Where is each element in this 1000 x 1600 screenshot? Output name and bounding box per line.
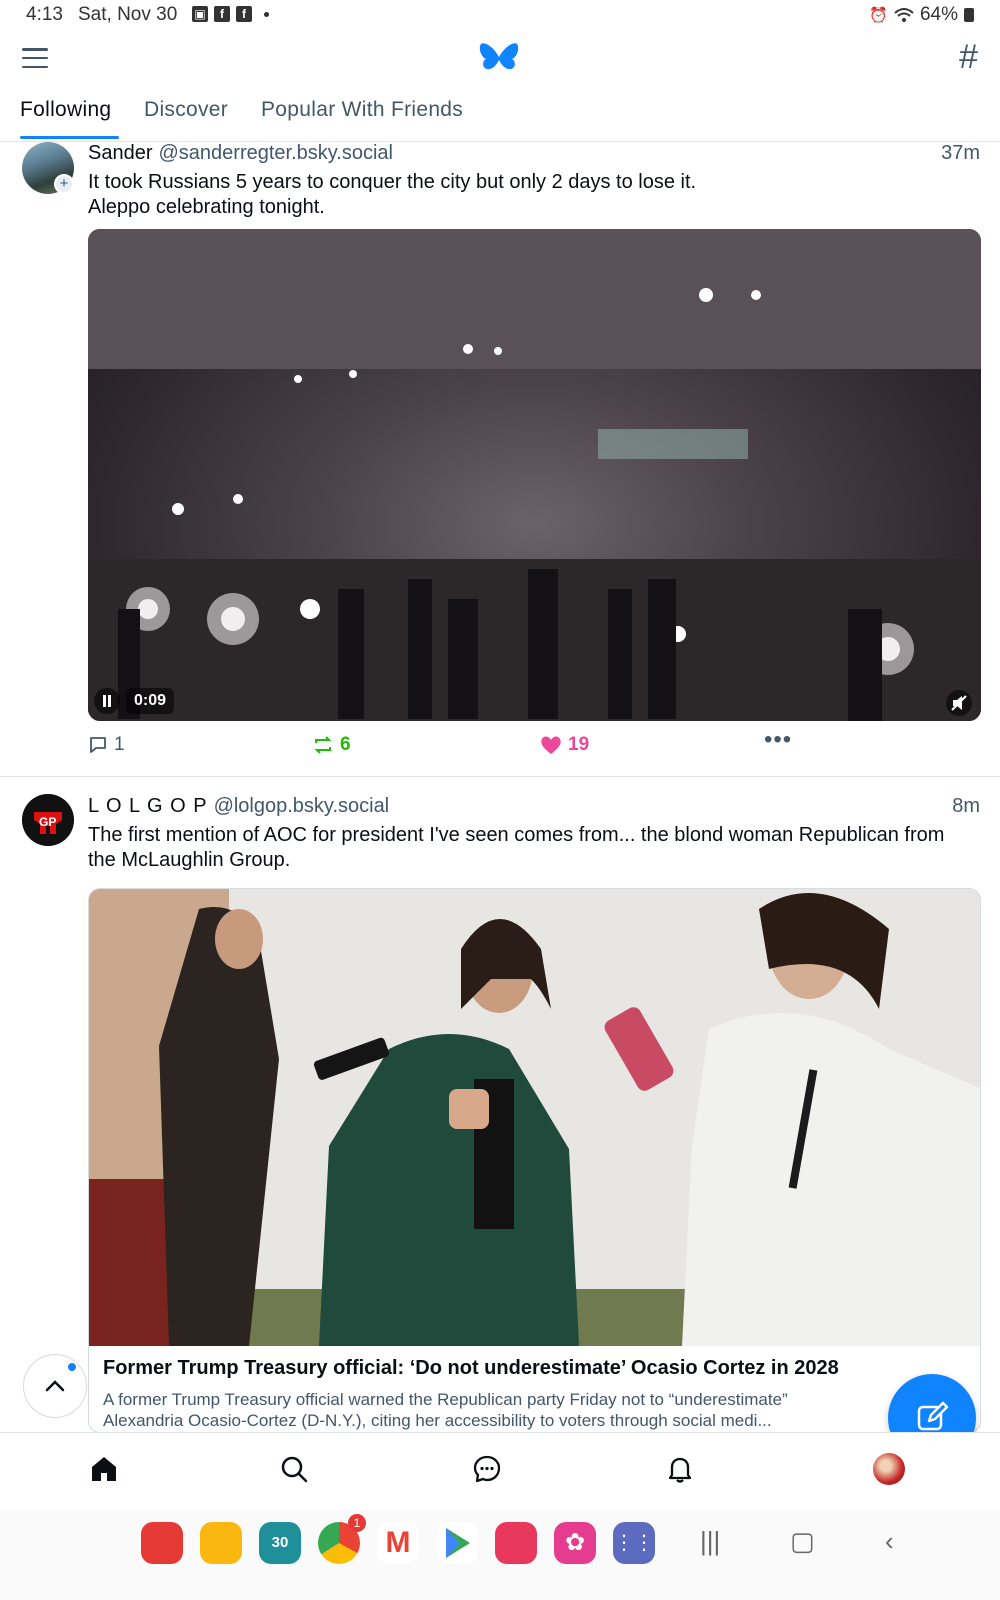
play-store-app-icon[interactable] bbox=[436, 1522, 478, 1564]
post-header: L O L G O P @lolgop.bsky.social bbox=[88, 795, 389, 818]
post-header: Sander @sanderregter.bsky.social bbox=[88, 142, 393, 165]
facebook-icon: f bbox=[214, 6, 230, 22]
author-name[interactable]: L O L G O P bbox=[88, 795, 208, 817]
blossom-app-icon[interactable]: ✿ bbox=[554, 1522, 596, 1564]
alarm-icon: ⏰ bbox=[869, 7, 888, 24]
recents-icon[interactable]: ||| bbox=[700, 1526, 720, 1557]
link-card-title[interactable]: Former Trump Treasury official: ‘Do not … bbox=[103, 1357, 839, 1380]
new-posts-indicator bbox=[66, 1361, 78, 1373]
repost-button[interactable]: 6 bbox=[312, 734, 351, 756]
post-time[interactable]: 8m bbox=[952, 795, 980, 818]
more-options-icon[interactable]: ••• bbox=[764, 726, 792, 754]
compose-icon bbox=[917, 1401, 949, 1431]
top-bar: # bbox=[0, 30, 1000, 90]
bottom-nav bbox=[0, 1432, 1000, 1510]
reply-button[interactable]: 1 bbox=[88, 734, 125, 756]
video-controls: 0:09 bbox=[94, 688, 175, 714]
chevron-up-icon bbox=[45, 1380, 65, 1392]
follow-plus-icon[interactable]: + bbox=[54, 174, 74, 194]
like-button[interactable]: 19 bbox=[540, 734, 589, 756]
link-desc-line2: Alexandria Ocasio-Cortez (D-N.Y.), citin… bbox=[103, 1411, 772, 1430]
author-handle[interactable]: @lolgop.bsky.social bbox=[214, 795, 390, 817]
home-system-icon[interactable]: ▢ bbox=[790, 1526, 815, 1557]
status-date: Sat, Nov 30 bbox=[78, 4, 178, 25]
gallery-icon: ▣ bbox=[192, 6, 208, 22]
repost-count: 6 bbox=[340, 734, 351, 755]
app-icon-red[interactable] bbox=[141, 1522, 183, 1564]
butterfly-icon[interactable] bbox=[478, 38, 520, 80]
video-timestamp: 0:09 bbox=[126, 688, 175, 714]
heart-icon bbox=[541, 736, 561, 754]
android-dock: 30 1 M ✿ ⋮⋮ ||| ▢ ‹ bbox=[0, 1510, 1000, 1600]
avatar[interactable]: GP bbox=[22, 794, 74, 846]
app-drawer-icon[interactable]: ⋮⋮ bbox=[613, 1522, 655, 1564]
active-tab-indicator bbox=[20, 136, 119, 139]
video-frame bbox=[88, 229, 981, 721]
author-handle[interactable]: @sanderregter.bsky.social bbox=[159, 142, 393, 164]
home-icon[interactable] bbox=[86, 1451, 122, 1487]
link-card-description: A former Trump Treasury official warned … bbox=[103, 1389, 963, 1431]
tab-discover[interactable]: Discover bbox=[144, 98, 228, 122]
bell-icon[interactable] bbox=[662, 1451, 698, 1487]
post-text: It took Russians 5 years to conquer the … bbox=[88, 171, 697, 218]
hashtag-icon[interactable]: # bbox=[959, 38, 978, 77]
gmail-app-icon[interactable]: M bbox=[377, 1522, 419, 1564]
link-card[interactable]: Former Trump Treasury official: ‘Do not … bbox=[88, 888, 981, 1433]
feed-tabs: Following Discover Popular With Friends bbox=[0, 90, 1000, 142]
like-count: 19 bbox=[568, 734, 590, 755]
profile-avatar[interactable] bbox=[871, 1451, 907, 1487]
status-bar: 4:13 Sat, Nov 30 ▣ f f ⏰ 64% bbox=[0, 0, 1000, 30]
post-actions: 1 6 19 ••• bbox=[88, 726, 968, 764]
search-icon[interactable] bbox=[276, 1451, 312, 1487]
reply-count: 1 bbox=[114, 734, 125, 755]
hamburger-menu-icon[interactable] bbox=[22, 48, 48, 68]
reply-icon bbox=[90, 737, 106, 753]
video-player[interactable] bbox=[88, 229, 981, 721]
status-right: ⏰ 64% bbox=[869, 4, 974, 26]
battery-icon bbox=[964, 8, 974, 22]
battery-percent: 64% bbox=[919, 4, 958, 25]
calendar-app-icon[interactable]: 30 bbox=[259, 1522, 301, 1564]
scroll-to-top-button[interactable] bbox=[23, 1354, 87, 1418]
back-icon[interactable]: ‹ bbox=[885, 1526, 894, 1557]
wifi-icon bbox=[894, 8, 914, 22]
link-desc-line1: A former Trump Treasury official warned … bbox=[103, 1390, 788, 1409]
chat-icon[interactable] bbox=[469, 1451, 505, 1487]
more-notifications-dot bbox=[264, 11, 269, 17]
link-card-image bbox=[89, 889, 980, 1346]
chrome-notification-badge: 1 bbox=[348, 1514, 366, 1532]
post-divider bbox=[0, 776, 1000, 777]
post-time[interactable]: 37m bbox=[941, 142, 980, 165]
repost-icon bbox=[314, 736, 332, 754]
camera-app-icon[interactable] bbox=[495, 1522, 537, 1564]
pause-icon[interactable] bbox=[94, 688, 120, 714]
tab-following[interactable]: Following bbox=[20, 98, 111, 122]
mute-icon[interactable] bbox=[946, 690, 972, 716]
tab-popular-with-friends[interactable]: Popular With Friends bbox=[261, 98, 463, 122]
status-time: 4:13 bbox=[26, 4, 63, 25]
status-app-icons: ▣ f f bbox=[192, 6, 269, 22]
folder-app-icon[interactable] bbox=[200, 1522, 242, 1564]
author-name[interactable]: Sander bbox=[88, 142, 153, 164]
svg-text:GP: GP bbox=[39, 815, 56, 829]
facebook-icon: f bbox=[236, 6, 252, 22]
post-text: The first mention of AOC for president I… bbox=[88, 824, 945, 871]
